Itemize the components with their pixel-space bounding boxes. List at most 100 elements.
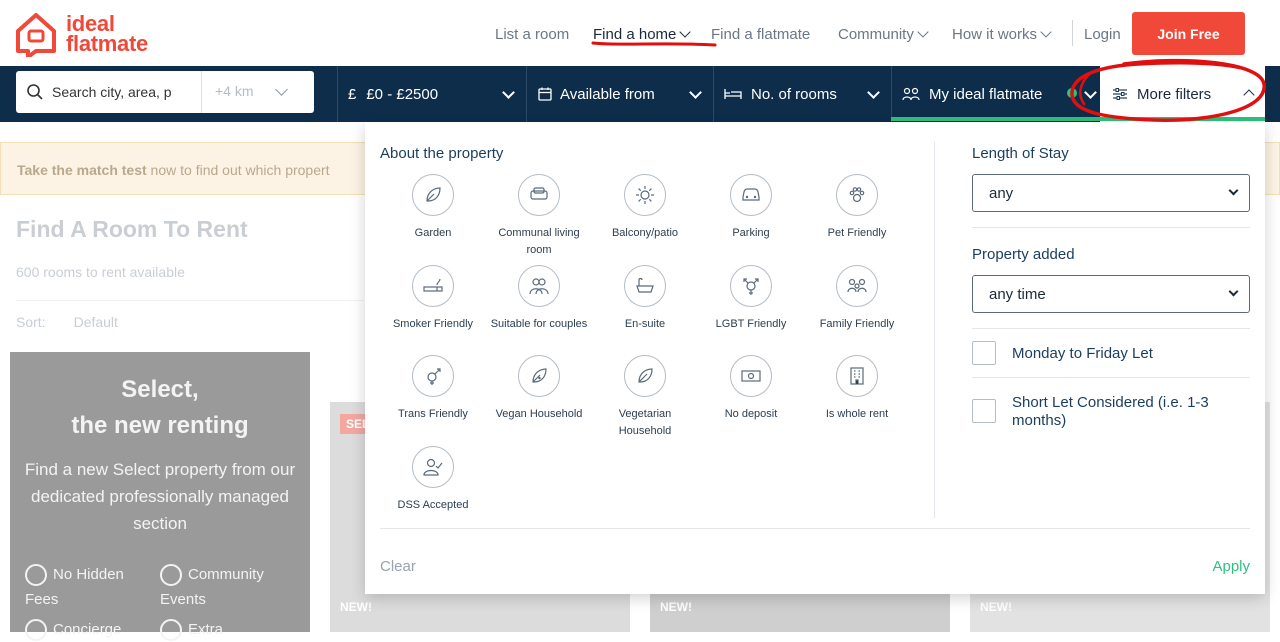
promo-feature-4-label: Extra	[188, 621, 224, 638]
promo-feature-2: Community Events	[160, 562, 285, 612]
sofa-icon	[518, 174, 560, 216]
clear-button[interactable]: Clear	[380, 558, 416, 575]
panel-divider	[934, 142, 935, 518]
amenity-option[interactable]: Vegetarian Household	[592, 355, 698, 440]
nav-how-it-works[interactable]: How it works	[952, 25, 1052, 43]
amenity-option[interactable]: Is whole rent	[804, 355, 910, 423]
nav-community[interactable]: Community	[838, 25, 929, 43]
search-box[interactable]: Search city, area, p +4 km	[16, 71, 314, 113]
amenity-option[interactable]: Family Friendly	[804, 265, 910, 333]
join-free-button[interactable]: Join Free	[1132, 12, 1245, 55]
search-input[interactable]: Search city, area, p	[52, 84, 202, 100]
amenity-label: Balcony/patio	[611, 227, 679, 239]
about-property-title: About the property	[380, 145, 504, 162]
amenity-option[interactable]: Pet Friendly	[804, 174, 910, 242]
chevron-down-icon	[1228, 185, 1239, 196]
property-added-title: Property added	[972, 246, 1075, 263]
car-icon	[730, 174, 772, 216]
amenity-label: Garden	[414, 227, 452, 239]
nav-community-label: Community	[838, 25, 914, 43]
length-of-stay-select[interactable]: any	[972, 174, 1250, 212]
apply-button[interactable]: Apply	[1212, 558, 1250, 575]
more-filters-panel: About the property Garden Communal living…	[365, 122, 1265, 594]
amenity-option[interactable]: Trans Friendly	[380, 355, 486, 423]
paw-icon	[836, 174, 878, 216]
red-circle-annotation	[1070, 58, 1266, 122]
amenity-option[interactable]: Garden	[380, 174, 486, 242]
divider	[972, 328, 1250, 329]
family-icon	[836, 265, 878, 307]
promo-subtitle: Find a new Select property from our dedi…	[24, 460, 296, 533]
available-from-filter[interactable]: Available from	[526, 66, 712, 122]
vegan-leaf-icon	[518, 355, 560, 397]
search-separator	[201, 71, 202, 113]
select-promo-card[interactable]: Select, the new renting Find a new Selec…	[10, 352, 310, 642]
trans-icon	[412, 355, 454, 397]
amenity-option[interactable]: Parking	[698, 174, 804, 242]
chevron-down-icon	[867, 86, 880, 99]
logo-line2: flatmate	[66, 31, 148, 56]
rooms-filter-label: No. of rooms	[751, 85, 837, 103]
veg-leaf-icon	[624, 355, 666, 397]
amenity-label: Communal living room	[498, 227, 580, 256]
amenity-option[interactable]: Suitable for couples	[486, 265, 592, 333]
rooms-count: 600 rooms to rent available	[16, 264, 185, 280]
check-circle-icon	[160, 564, 182, 587]
sort-select[interactable]: Default	[74, 314, 224, 330]
short-let-label[interactable]: Short Let Considered (i.e. 1-3 months)	[1012, 394, 1232, 430]
check-circle-icon	[25, 564, 47, 587]
monday-friday-label[interactable]: Monday to Friday Let	[1012, 345, 1242, 363]
pound-icon: £	[348, 85, 357, 103]
banner-text: now to find out which propert	[146, 162, 330, 178]
chevron-down-icon	[275, 83, 288, 96]
leaf-icon	[412, 174, 454, 216]
amenity-option[interactable]: En-suite	[592, 265, 698, 333]
amenity-option[interactable]: LGBT Friendly	[698, 265, 804, 333]
new-tag: NEW!	[980, 600, 1012, 614]
people-icon	[902, 87, 920, 101]
short-let-checkbox[interactable]	[972, 399, 996, 423]
logo-text: ideal flatmate	[66, 13, 148, 56]
amenity-label: Pet Friendly	[827, 227, 887, 239]
nav-find-flatmate[interactable]: Find a flatmate	[711, 25, 810, 43]
divider	[972, 377, 1250, 378]
amenity-option[interactable]: DSS Accepted	[380, 446, 486, 514]
logo[interactable]: ideal flatmate	[14, 11, 148, 57]
promo-feature-3-label: Concierge	[53, 621, 122, 638]
rooms-filter[interactable]: No. of rooms	[713, 66, 890, 122]
property-added-select[interactable]: any time	[972, 275, 1250, 313]
promo-title: Select, the new renting	[10, 372, 310, 444]
amenity-label: DSS Accepted	[397, 499, 469, 511]
chevron-down-icon	[1040, 26, 1052, 38]
nav-list-room-label: List a room	[495, 25, 570, 43]
nav-login[interactable]: Login	[1084, 25, 1121, 43]
promo-feature-1: No Hidden Fees	[25, 562, 150, 612]
amenity-option[interactable]: Vegan Household	[486, 355, 592, 423]
cigarette-icon	[412, 265, 454, 307]
amenity-option[interactable]: Smoker Friendly	[380, 265, 486, 333]
page-title: Find A Room To Rent	[16, 216, 248, 242]
chevron-down-icon	[502, 86, 515, 99]
amenity-option[interactable]: Communal living room	[486, 174, 592, 259]
amenity-label: No deposit	[724, 408, 778, 420]
nav-list-room[interactable]: List a room	[495, 25, 569, 43]
chevron-down-icon	[689, 86, 702, 99]
amenity-option[interactable]: Balcony/patio	[592, 174, 698, 242]
amenity-label: Smoker Friendly	[392, 318, 474, 330]
available-from-label: Available from	[560, 85, 655, 103]
nav-login-label: Login	[1084, 25, 1121, 43]
sort-row: Sort: Default	[16, 314, 224, 330]
amenity-label: Family Friendly	[819, 318, 895, 330]
price-filter-label: £0 - £2500	[366, 85, 439, 103]
radius-select[interactable]: +4 km	[215, 83, 254, 99]
monday-friday-checkbox[interactable]	[972, 341, 996, 365]
check-circle-icon	[25, 619, 47, 642]
amenity-option[interactable]: No deposit	[698, 355, 804, 423]
gender-icon	[730, 265, 772, 307]
nav-how-it-works-label: How it works	[952, 25, 1038, 43]
price-filter[interactable]: £ £0 - £2500	[337, 66, 525, 122]
new-tag: NEW!	[660, 600, 692, 614]
divider	[972, 227, 1250, 228]
amenity-label: En-suite	[624, 318, 666, 330]
amenity-label: LGBT Friendly	[715, 318, 787, 330]
